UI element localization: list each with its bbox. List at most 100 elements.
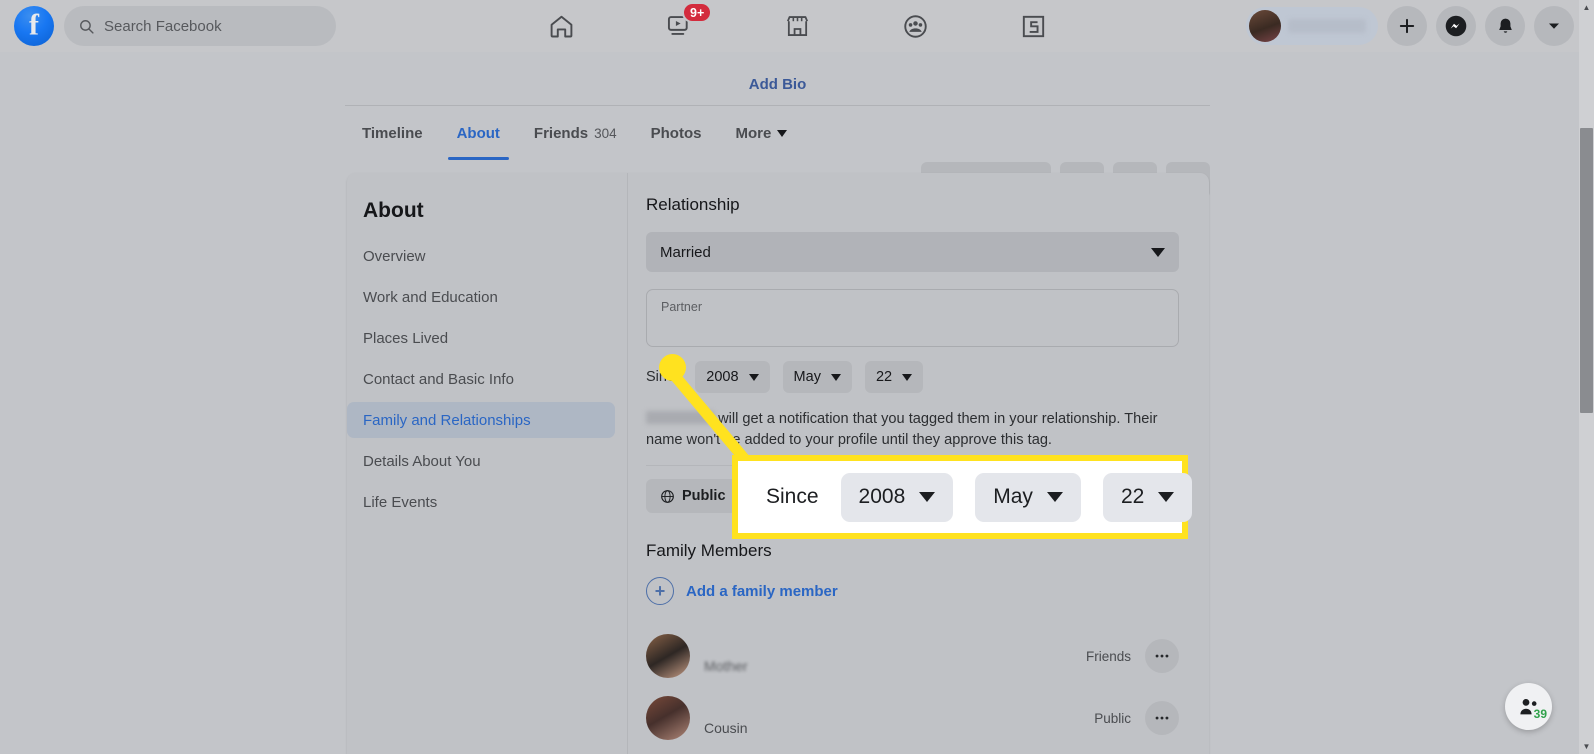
sidebar-item-label: Overview bbox=[363, 247, 426, 265]
sidebar-item-family-and-relationships[interactable]: Family and Relationships bbox=[347, 402, 615, 438]
month-select[interactable]: May bbox=[782, 361, 852, 393]
contacts-bubble-button[interactable]: 39 bbox=[1505, 683, 1552, 730]
tab-friends-label: Friends bbox=[533, 124, 589, 142]
facebook-logo-icon[interactable] bbox=[14, 6, 54, 46]
callout-month-select[interactable]: May bbox=[975, 472, 1081, 522]
ellipsis-icon bbox=[1155, 716, 1169, 720]
profile-chip-name bbox=[1288, 19, 1366, 33]
search-icon bbox=[80, 19, 94, 34]
sidebar-item-label: Work and Education bbox=[363, 288, 498, 306]
notifications-button[interactable] bbox=[1485, 6, 1525, 46]
sidebar-item-overview[interactable]: Overview bbox=[347, 238, 615, 274]
chevron-down-icon bbox=[830, 373, 841, 381]
nav-left-group: Search Facebook bbox=[0, 6, 336, 46]
year-value: 2008 bbox=[706, 369, 739, 385]
tab-about[interactable]: About bbox=[440, 106, 517, 160]
chevron-down-icon bbox=[777, 129, 788, 137]
messenger-icon bbox=[1445, 15, 1467, 37]
contacts-count-badge: 39 bbox=[1533, 707, 1547, 721]
callout-day-select[interactable]: 22 bbox=[1102, 472, 1193, 522]
add-bio-link[interactable]: Add Bio bbox=[345, 76, 1210, 93]
nav-tab-marketplace[interactable] bbox=[738, 0, 856, 52]
callout-box: Since 2008 May 22 bbox=[732, 455, 1193, 539]
family-member-relation: Cousin bbox=[704, 719, 748, 736]
day-value: 22 bbox=[875, 369, 893, 385]
tab-photos-label: Photos bbox=[650, 124, 702, 142]
page-body: Add Bio Timeline About Friends 304 Photo… bbox=[0, 52, 1579, 754]
relationship-section-title: Relationship bbox=[646, 195, 740, 214]
family-member-menu-button[interactable] bbox=[1145, 639, 1179, 673]
top-navigation-bar: Search Facebook 9+ bbox=[0, 0, 1594, 52]
add-family-member-label: Add a family member bbox=[686, 582, 838, 600]
tab-about-label: About bbox=[456, 124, 500, 142]
nav-tab-groups[interactable] bbox=[856, 0, 974, 52]
nav-tab-gaming[interactable] bbox=[974, 0, 1092, 52]
chevron-down-icon bbox=[1046, 492, 1063, 502]
family-members-title: Family Members bbox=[646, 541, 772, 560]
tab-friends-count: 304 bbox=[594, 125, 617, 141]
relationship-status-select[interactable]: Married bbox=[646, 232, 1179, 272]
callout-year-select[interactable]: 2008 bbox=[840, 472, 954, 522]
family-member-info: Mother bbox=[704, 639, 1086, 674]
account-menu-button[interactable] bbox=[1534, 6, 1574, 46]
callout-day-value: 22 bbox=[1120, 485, 1145, 508]
avatar bbox=[1249, 10, 1281, 42]
sidebar-item-label: Family and Relationships bbox=[363, 411, 531, 429]
family-member-relation: Mother bbox=[704, 657, 748, 674]
sidebar-item-places-lived[interactable]: Places Lived bbox=[347, 320, 615, 356]
since-date-row: Since 2008 May 22 bbox=[646, 361, 1179, 393]
about-sidebar: About Overview Work and Education Places… bbox=[347, 173, 628, 754]
tab-timeline[interactable]: Timeline bbox=[345, 106, 440, 160]
scroll-up-arrow[interactable]: ▲ bbox=[1579, 0, 1594, 15]
video-badge: 9+ bbox=[682, 2, 713, 23]
sidebar-item-work-and-education[interactable]: Work and Education bbox=[347, 279, 615, 315]
add-family-member-button[interactable]: + Add a family member bbox=[646, 577, 1179, 605]
relationship-status-value: Married bbox=[660, 243, 711, 261]
screenshot-root: Search Facebook 9+ bbox=[0, 0, 1594, 754]
month-value: May bbox=[793, 369, 821, 385]
groups-icon bbox=[903, 14, 927, 38]
create-button[interactable] bbox=[1387, 6, 1427, 46]
search-placeholder: Search Facebook bbox=[104, 17, 222, 35]
sidebar-item-label: Details About You bbox=[363, 452, 481, 470]
tab-more[interactable]: More bbox=[718, 106, 804, 160]
chevron-down-icon bbox=[902, 373, 913, 381]
chevron-down-icon bbox=[919, 492, 936, 502]
scroll-down-arrow[interactable]: ▼ bbox=[1579, 739, 1594, 754]
table-row[interactable]: Mother Friends bbox=[646, 625, 1179, 687]
messenger-button[interactable] bbox=[1436, 6, 1476, 46]
profile-chip[interactable] bbox=[1246, 7, 1378, 45]
vertical-scrollbar[interactable]: ▲ ▼ bbox=[1579, 0, 1594, 754]
scrollbar-thumb[interactable] bbox=[1580, 128, 1593, 413]
sidebar-item-details-about-you[interactable]: Details About You bbox=[347, 443, 615, 479]
family-member-name bbox=[704, 701, 1094, 716]
privacy-selector[interactable]: Public bbox=[646, 479, 740, 513]
tab-more-label: More bbox=[735, 124, 772, 142]
callout-since-label: Since bbox=[766, 485, 819, 508]
profile-tabs: Timeline About Friends 304 Photos More bbox=[345, 106, 1210, 198]
partner-input[interactable]: Partner bbox=[646, 289, 1179, 347]
sidebar-item-label: Contact and Basic Info bbox=[363, 370, 514, 388]
chevron-down-icon bbox=[1158, 492, 1175, 502]
avatar bbox=[646, 634, 690, 678]
nav-right-group bbox=[1246, 6, 1574, 46]
privacy-label: Public bbox=[682, 488, 726, 504]
sidebar-item-life-events[interactable]: Life Events bbox=[347, 484, 615, 520]
tab-photos[interactable]: Photos bbox=[634, 106, 719, 160]
day-select[interactable]: 22 bbox=[864, 361, 924, 393]
callout-marker-dot bbox=[659, 354, 686, 381]
marketplace-icon bbox=[786, 15, 808, 36]
nav-tab-video[interactable]: 9+ bbox=[620, 0, 738, 52]
tab-friends[interactable]: Friends 304 bbox=[517, 106, 634, 160]
year-select[interactable]: 2008 bbox=[695, 361, 770, 393]
status-badge: Public bbox=[1094, 710, 1131, 726]
search-input[interactable]: Search Facebook bbox=[64, 6, 336, 46]
chevron-down-icon bbox=[1549, 23, 1559, 29]
table-row[interactable]: Cousin Public bbox=[646, 687, 1179, 749]
chevron-down-icon bbox=[1151, 247, 1165, 257]
sidebar-item-contact-and-basic-info[interactable]: Contact and Basic Info bbox=[347, 361, 615, 397]
bell-icon bbox=[1498, 18, 1512, 33]
nav-tab-home[interactable] bbox=[502, 0, 620, 52]
callout-year-value: 2008 bbox=[858, 485, 906, 508]
family-member-menu-button[interactable] bbox=[1145, 701, 1179, 735]
